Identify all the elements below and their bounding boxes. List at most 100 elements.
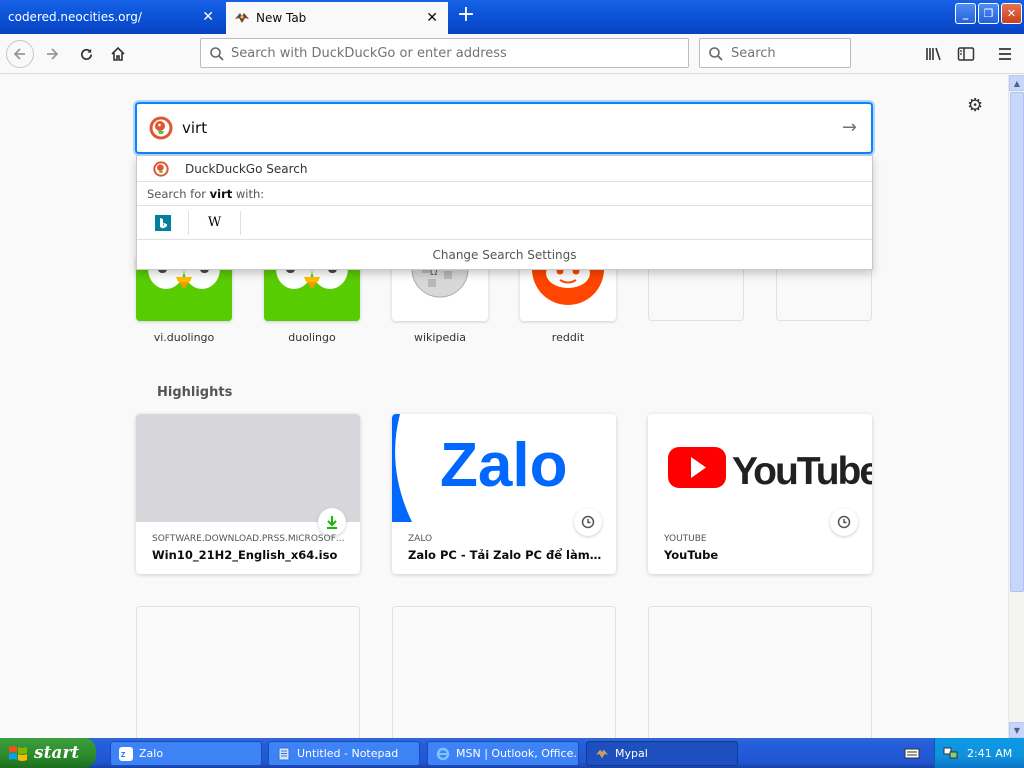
taskbar-label: MSN | Outlook, Office... (456, 747, 579, 760)
highlight-card-zalo[interactable]: Zalo ZALO Zalo PC - Tải Zalo PC để làm v… (392, 414, 616, 574)
bing-icon (154, 214, 171, 231)
duckduckgo-icon (149, 116, 173, 140)
taskbar-label: Zalo (139, 747, 164, 760)
clock-icon (574, 508, 602, 536)
forward-button[interactable] (38, 40, 66, 68)
card-host: ZALO (408, 534, 433, 544)
library-button[interactable] (922, 42, 946, 66)
taskbar-button-notepad[interactable]: Untitled - Notepad (268, 741, 420, 766)
highlight-card-empty (392, 606, 616, 738)
reload-button[interactable] (72, 40, 100, 68)
notepad-icon (278, 747, 290, 760)
scroll-down-arrow-icon[interactable]: ▼ (1009, 722, 1024, 738)
top-site-label: reddit (551, 331, 585, 344)
zalo-logo-text: Zalo (440, 431, 567, 500)
card-thumbnail: YouTube (648, 414, 872, 522)
sidebar-toggle-button[interactable] (954, 42, 978, 66)
taskbar-button-msn[interactable]: MSN | Outlook, Office... (427, 741, 579, 766)
card-host: YOUTUBE (664, 534, 707, 544)
system-tray: 2:41 AM (934, 738, 1024, 768)
highlight-card-empty (648, 606, 872, 738)
close-window-button[interactable]: ✕ (1001, 3, 1022, 24)
engine-label: DuckDuckGo Search (185, 161, 308, 176)
minimize-button[interactable]: _ (955, 3, 976, 24)
card-title: Zalo PC - Tải Zalo PC để làm việc hiệu q… (408, 548, 603, 562)
top-site-label: vi.duolingo (153, 331, 215, 344)
home-icon (111, 46, 125, 61)
clock[interactable]: 2:41 AM (967, 747, 1012, 760)
navigation-toolbar: Search with DuckDuckGo or enter address … (0, 34, 1024, 74)
gear-icon[interactable]: ⚙ (967, 95, 983, 116)
card-thumbnail (136, 414, 360, 522)
search-query-text: virt (182, 119, 208, 137)
change-search-settings-button[interactable]: Change Search Settings (137, 240, 872, 270)
search-for-suffix: with: (232, 186, 265, 201)
hamburger-menu-icon (999, 48, 1011, 60)
internet-explorer-icon (436, 747, 450, 760)
arrow-left-icon (13, 48, 25, 60)
duckduckgo-search-option[interactable]: DuckDuckGo Search (137, 156, 872, 182)
highlight-card-youtube[interactable]: YouTube YOUTUBE YouTube (648, 414, 872, 574)
tab-label: New Tab (256, 11, 307, 25)
tab-label: codered.neocities.org/ (8, 10, 142, 24)
home-button[interactable] (104, 40, 132, 68)
highlight-card-download[interactable]: SOFTWARE.DOWNLOAD.PRSS.MICROSOFT.COM Win… (136, 414, 360, 574)
vertical-scrollbar[interactable]: ▲ ▼ (1008, 75, 1024, 738)
search-bar[interactable]: Search (699, 38, 851, 68)
alt-engines-row: W (137, 206, 872, 240)
start-label: start (34, 743, 80, 763)
tab-close-icon[interactable]: ✕ (426, 11, 438, 25)
highlight-card-empty (136, 606, 360, 738)
top-site-label: wikipedia (413, 331, 466, 344)
arrow-right-icon[interactable]: → (842, 117, 857, 138)
tab-codered[interactable]: codered.neocities.org/ ✕ (0, 0, 224, 34)
search-icon (709, 47, 723, 61)
menu-button[interactable] (993, 42, 1017, 66)
window-controls: _ ❐ ✕ (955, 3, 1022, 24)
mypal-icon (595, 749, 609, 758)
card-thumbnail: Zalo (392, 414, 616, 522)
search-for-header: Search for virt with: (137, 182, 872, 206)
library-icon (926, 47, 941, 61)
sidebar-icon (957, 47, 975, 61)
page-search-box[interactable]: virt → (135, 102, 873, 154)
start-button[interactable]: start (0, 738, 96, 768)
download-icon (318, 508, 346, 536)
youtube-logo-text: YouTube (732, 450, 872, 493)
settings-label: Change Search Settings (432, 248, 577, 262)
card-title: Win10_21H2_English_x64.iso (152, 548, 338, 562)
reload-icon (80, 48, 92, 60)
restore-button[interactable]: ❐ (978, 3, 999, 24)
search-icon (210, 47, 224, 61)
bing-engine-button[interactable] (137, 210, 189, 235)
taskbar-label: Mypal (615, 747, 648, 760)
card-title: YouTube (664, 548, 719, 562)
svg-text:Z: Z (121, 752, 126, 759)
search-for-term: virt (209, 186, 233, 201)
address-placeholder: Search with DuckDuckGo or enter address (231, 45, 507, 61)
new-tab-button[interactable]: + (454, 4, 478, 28)
wikipedia-icon: W (207, 215, 222, 230)
address-bar[interactable]: Search with DuckDuckGo or enter address (200, 38, 689, 68)
highlights-heading: Highlights (157, 385, 233, 400)
new-tab-page: ⚙ vi.duolingo duolingo Ω wikipedia reddi… (0, 75, 1008, 738)
network-icon[interactable] (943, 746, 959, 760)
clock-icon (830, 508, 858, 536)
wikipedia-engine-button[interactable]: W (189, 210, 241, 235)
taskbar-button-mypal[interactable]: Mypal (586, 741, 738, 766)
tab-close-icon[interactable]: ✕ (202, 10, 214, 24)
taskbar-button-zalo[interactable]: Z Zalo (110, 741, 262, 766)
scroll-up-arrow-icon[interactable]: ▲ (1009, 75, 1024, 91)
windows-flag-icon (9, 746, 27, 761)
duckduckgo-icon (153, 160, 169, 177)
windows-taskbar: start Z Zalo Untitled - Notepad MSN | Ou… (0, 738, 1024, 768)
tab-new-tab[interactable]: New Tab ✕ (226, 2, 448, 34)
back-button[interactable] (6, 40, 34, 68)
arrow-right-icon (47, 48, 59, 60)
taskbar-label: Untitled - Notepad (297, 747, 399, 760)
search-placeholder: Search (731, 45, 776, 61)
scrollbar-thumb[interactable] (1010, 92, 1024, 592)
keyboard-icon[interactable] (904, 746, 920, 760)
card-host: SOFTWARE.DOWNLOAD.PRSS.MICROSOFT.COM (152, 534, 347, 544)
search-for-prefix: Search for (147, 186, 210, 201)
